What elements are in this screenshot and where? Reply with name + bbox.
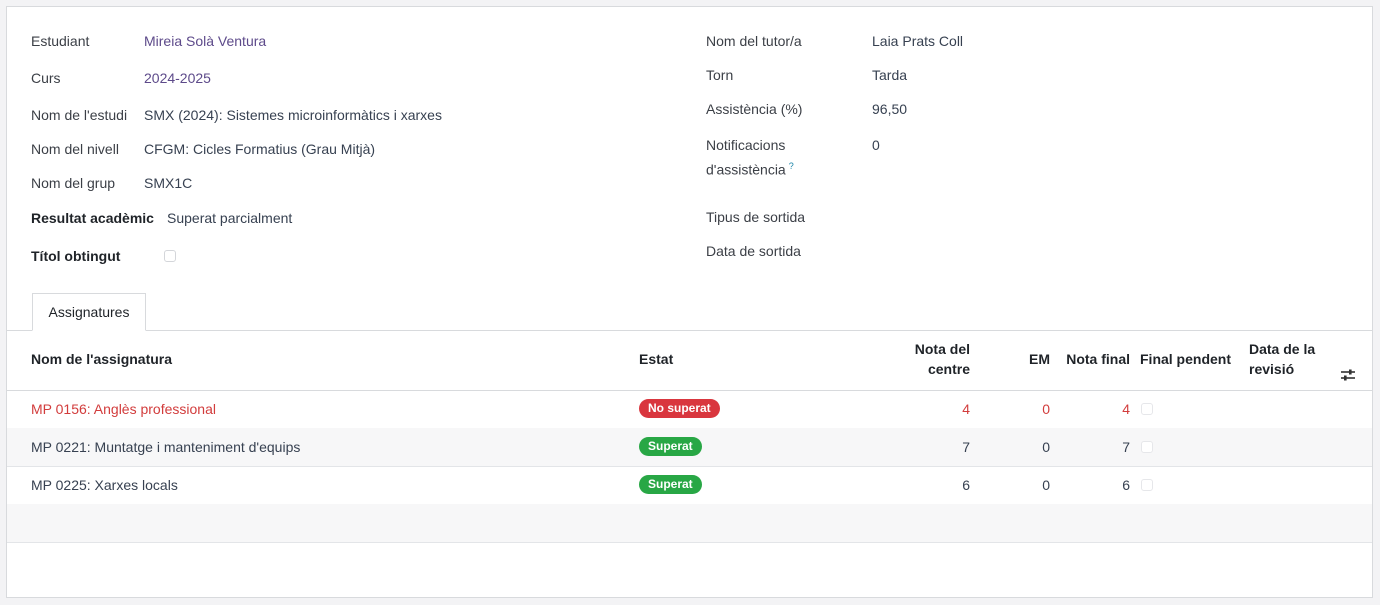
label-grup: Nom del grup [31,175,116,191]
col-data-revisio-line2: revisió [1249,361,1295,377]
status-badge: Superat [639,475,702,494]
cell-nota-centre: 7 [962,439,970,455]
field-data-sortida: Data de sortida [706,243,872,259]
final-pendent-checkbox[interactable] [1141,441,1153,453]
field-tutor: Nom del tutor/a Laia Prats Coll [706,33,963,49]
final-pendent-checkbox[interactable] [1141,403,1153,415]
final-pendent-checkbox[interactable] [1141,479,1153,491]
col-data-revisio-line1: Data de la [1249,341,1316,357]
field-torn: Torn Tarda [706,67,907,83]
col-nota-centre-line2: centre [927,361,970,377]
status-badge: No superat [639,399,720,418]
field-tipus-sortida: Tipus de sortida [706,209,872,225]
col-estat[interactable]: Estat [639,349,673,369]
sliders-icon[interactable] [1340,368,1356,385]
cell-nota-final: 7 [1122,439,1130,455]
tab-assignatures[interactable]: Assignatures [32,293,146,331]
field-notificacions: Notificacions d'assistència? 0 [706,135,880,181]
cell-nota-final: 4 [1122,401,1130,417]
value-tutor: Laia Prats Coll [872,33,964,49]
field-titol: Títol obtingut [31,248,176,264]
label-notificacions-line2: d'assistència [706,161,786,178]
label-titol: Títol obtingut [31,248,121,264]
value-torn: Tarda [872,67,908,83]
status-badge: Superat [639,437,702,456]
cell-nom: MP 0221: Muntatge i manteniment d'equips [31,439,301,455]
table-row[interactable]: MP 0221: Muntatge i manteniment d'equips… [7,428,1372,467]
value-estudiant[interactable]: Mireia Solà Ventura [144,33,266,49]
col-final-pendent[interactable]: Final pendent [1140,349,1231,369]
cell-nota-final: 6 [1122,477,1130,493]
field-estudiant: Estudiant Mireia Solà Ventura [31,33,266,49]
field-assistencia: Assistència (%) 96,50 [706,101,907,117]
value-estudi: SMX (2024): Sistemes microinformàtics i … [144,107,442,123]
col-em[interactable]: EM [997,349,1050,369]
label-torn: Torn [706,67,734,83]
value-curs[interactable]: 2024-2025 [144,70,211,86]
table-row[interactable]: MP 0156: Anglès professional No superat … [7,390,1372,429]
value-notificacions: 0 [872,137,880,153]
cell-nota-centre: 6 [962,477,970,493]
field-resultat: Resultat acadèmic Superat parcialment [31,210,292,226]
field-curs: Curs 2024-2025 [31,70,211,86]
col-nota-centre-line1: Nota del [914,341,970,357]
col-nota-centre[interactable]: Nota del centre [887,339,970,379]
col-data-revisio[interactable]: Data de la revisió [1249,339,1315,379]
value-nivell: CFGM: Cicles Formatius (Grau Mitjà) [144,141,376,157]
value-resultat: Superat parcialment [167,210,293,226]
cell-nota-centre: 4 [962,401,970,417]
help-icon[interactable]: ? [789,161,794,171]
cell-nom: MP 0156: Anglès professional [31,401,216,417]
label-tipus-sortida: Tipus de sortida [706,209,806,225]
field-grup: Nom del grup SMX1C [31,175,192,191]
value-grup: SMX1C [144,175,193,191]
label-notificacions-line1: Notificacions [706,137,786,153]
label-tutor: Nom del tutor/a [706,33,802,49]
label-assistencia: Assistència (%) [706,101,803,117]
cell-nom: MP 0225: Xarxes locals [31,477,178,493]
label-curs: Curs [31,70,61,86]
label-estudiant: Estudiant [31,33,90,49]
cell-em: 0 [1042,477,1050,493]
titol-checkbox[interactable] [164,250,176,262]
label-nivell: Nom del nivell [31,141,119,157]
label-notificacions: Notificacions d'assistència? [706,135,872,181]
table-header: Nom de l'assignatura Estat Nota del cent… [7,331,1372,391]
label-data-sortida: Data de sortida [706,243,801,259]
cell-em: 0 [1042,439,1050,455]
label-resultat: Resultat acadèmic [31,210,154,226]
student-record-form: Estudiant Mireia Solà Ventura Curs 2024-… [6,6,1373,598]
field-estudi: Nom de l'estudi SMX (2024): Sistemes mic… [31,107,442,123]
col-nota-final[interactable]: Nota final [1057,349,1130,369]
col-nom[interactable]: Nom de l'assignatura [31,349,172,369]
table-row[interactable]: MP 0225: Xarxes locals Superat 6 0 6 [7,466,1372,505]
field-nivell: Nom del nivell CFGM: Cicles Formatius (G… [31,141,375,157]
table-empty-row [7,504,1372,543]
cell-em: 0 [1042,401,1050,417]
value-assistencia: 96,50 [872,101,908,117]
label-estudi: Nom de l'estudi [31,107,128,123]
